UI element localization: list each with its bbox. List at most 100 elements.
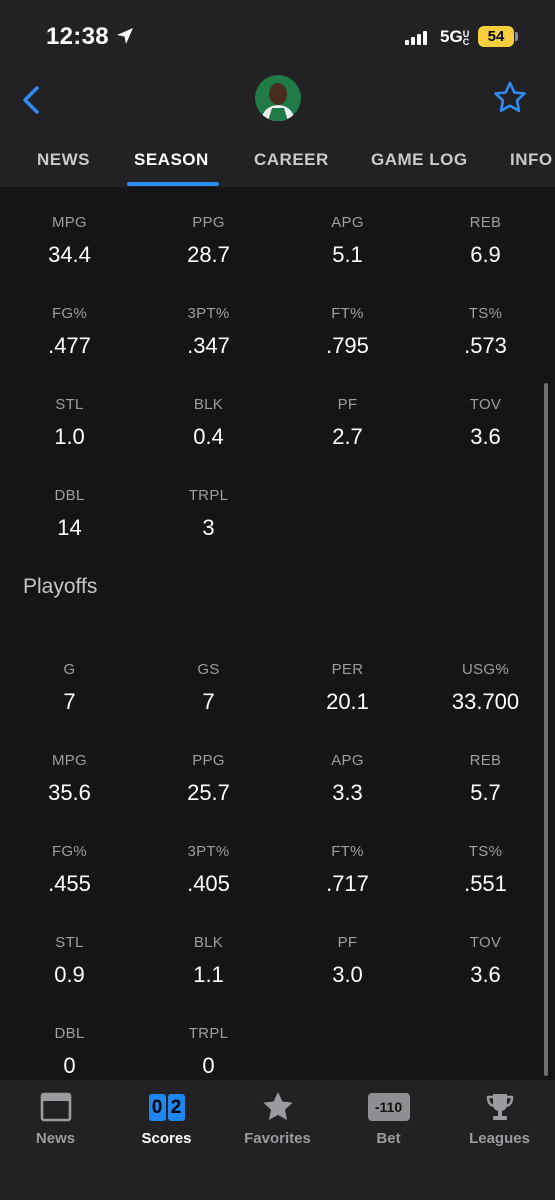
stat-value: 3.3 [332, 780, 363, 805]
stat-label: DBL [54, 487, 85, 504]
scrollbar[interactable] [544, 383, 548, 1076]
stat-value: .455 [48, 871, 91, 896]
stat-label: BLK [193, 934, 224, 951]
status-bar: 12:38 5GUC 54 [0, 0, 555, 70]
stat-value: 34.4 [48, 242, 91, 267]
stat-value: 20.1 [326, 689, 369, 714]
stat-cell: APG 3.3 [278, 752, 417, 806]
nav-news[interactable]: News [0, 1090, 111, 1147]
stat-cell: DBL 14 [0, 487, 139, 541]
bet-icon: -110 [367, 1093, 410, 1121]
back-chevron-icon[interactable] [18, 84, 46, 116]
tab-season[interactable]: SEASON [134, 150, 209, 170]
stat-value: 14 [57, 515, 82, 540]
news-icon [40, 1092, 71, 1122]
stat-value: .477 [48, 333, 91, 358]
tab-bar: NEWS SEASON CAREER GAME LOG INFO [0, 140, 555, 187]
stat-cell: TS% .573 [416, 305, 555, 359]
stat-label: TOV [469, 396, 502, 413]
stat-cell: FG% .477 [0, 305, 139, 359]
stat-cell: FT% .795 [278, 305, 417, 359]
nav-favorites[interactable]: Favorites [222, 1090, 333, 1147]
battery-indicator: 54 [478, 26, 514, 47]
stat-label: PF [337, 934, 358, 951]
stat-label: TRPL [188, 1025, 229, 1042]
stat-label: REB [469, 214, 502, 231]
stat-cell: FT% .717 [278, 843, 417, 897]
stat-label: MPG [51, 752, 88, 769]
stat-value: 5.1 [332, 242, 363, 267]
stat-label: 3PT% [187, 305, 230, 322]
stat-cell: GS 7 [139, 661, 278, 715]
stat-value: 7 [202, 689, 215, 714]
cellular-signal-icon [405, 31, 431, 45]
stat-label: FG% [51, 843, 88, 860]
stat-cell: G7 [0, 661, 139, 715]
tab-news[interactable]: NEWS [37, 150, 90, 170]
stat-cell: TRPL 0 [139, 1025, 278, 1079]
tab-career[interactable]: CAREER [254, 150, 329, 170]
stat-cell: USG% 33.700 [416, 661, 555, 715]
nav-bet[interactable]: -110 Bet [333, 1090, 444, 1147]
stat-label: MPG [51, 214, 88, 231]
stat-label: PF [337, 396, 358, 413]
stat-value: 3.0 [332, 962, 363, 987]
stat-cell: MPG 34.4 [0, 214, 139, 268]
stat-cell: PPG 25.7 [139, 752, 278, 806]
stat-label: DBL [54, 1025, 85, 1042]
nav-label: Leagues [469, 1130, 530, 1147]
stat-label: FT% [331, 843, 364, 860]
stat-value: .795 [326, 333, 369, 358]
stat-value: 35.6 [48, 780, 91, 805]
stat-cell: TOV 3.6 [416, 934, 555, 988]
favorite-star-icon[interactable] [492, 80, 528, 116]
stat-value: 0 [202, 1053, 215, 1078]
stat-label: 3PT% [187, 843, 230, 860]
nav-label: News [35, 1130, 76, 1147]
playoffs-heading: Playoffs [23, 575, 98, 598]
stat-cell: PF 2.7 [278, 396, 417, 450]
stat-cell: FG% .455 [0, 843, 139, 897]
stat-value: .573 [464, 333, 507, 358]
stat-value: 3.6 [470, 962, 501, 987]
stat-cell: MPG 35.6 [0, 752, 139, 806]
stat-label: FG% [51, 305, 88, 322]
stat-cell: STL 1.0 [0, 396, 139, 450]
tab-game-log[interactable]: GAME LOG [371, 150, 468, 170]
stat-cell: PER 20.1 [278, 661, 417, 715]
stat-cell: REB 6.9 [416, 214, 555, 268]
stat-label: REB [469, 752, 502, 769]
battery-tip [515, 32, 518, 41]
stat-cell: TS% .551 [416, 843, 555, 897]
stat-value: 6.9 [470, 242, 501, 267]
nav-leagues[interactable]: Leagues [444, 1090, 555, 1147]
stat-value: 0.9 [54, 962, 85, 987]
location-arrow-icon [117, 28, 133, 44]
stat-value: 25.7 [187, 780, 230, 805]
stat-value: 0.4 [193, 424, 224, 449]
stat-cell: BLK 0.4 [139, 396, 278, 450]
stat-cell: 3PT% .347 [139, 305, 278, 359]
stat-label: TRPL [188, 487, 229, 504]
stat-cell: PF 3.0 [278, 934, 417, 988]
tab-info[interactable]: INFO [510, 150, 553, 170]
nav-scores[interactable]: 02 Scores [111, 1090, 222, 1147]
stat-label: PPG [192, 752, 225, 769]
stat-value: 1.1 [193, 962, 224, 987]
stat-value: 3 [202, 515, 215, 540]
stat-value: 28.7 [187, 242, 230, 267]
stat-label: FT% [331, 305, 364, 322]
nav-label: Bet [376, 1130, 401, 1147]
stat-cell: TOV 3.6 [416, 396, 555, 450]
stat-cell: APG 5.1 [278, 214, 417, 268]
trophy-icon [486, 1094, 513, 1120]
network-indicator: 5GUC [440, 27, 470, 47]
stats-content[interactable]: MPG 34.4 PPG 28.7 APG 5.1 REB 6.9 FG% .477 3P… [0, 187, 555, 1080]
stat-cell: STL 0.9 [0, 934, 139, 988]
active-tab-indicator [127, 182, 219, 186]
stat-value: 7 [63, 689, 76, 714]
player-avatar [255, 75, 301, 121]
stat-cell: PPG 28.7 [139, 214, 278, 268]
stat-value: .551 [464, 871, 507, 896]
stat-value: 0 [63, 1053, 76, 1078]
